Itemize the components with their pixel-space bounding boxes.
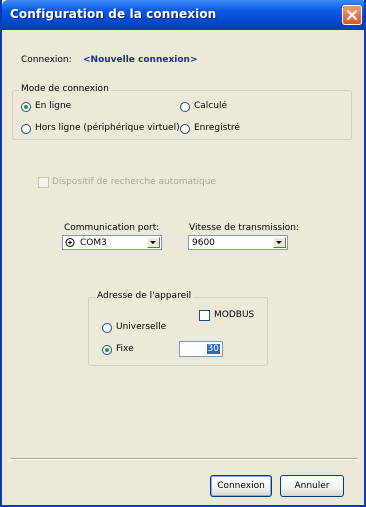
- address-groupbox: Adresse de l'appareil MODBUS Universelle…: [88, 291, 268, 366]
- footer-separator: [10, 458, 358, 460]
- baud-value: 9600: [192, 238, 215, 248]
- close-button[interactable]: [342, 5, 362, 25]
- port-select[interactable]: COM3: [62, 235, 162, 250]
- baud-select[interactable]: 9600: [188, 235, 288, 250]
- modbus-checkbox[interactable]: [199, 310, 210, 321]
- auto-search-checkbox[interactable]: [38, 177, 49, 188]
- cancel-button[interactable]: Annuler: [280, 475, 344, 497]
- baud-label: Vitesse de transmission:: [189, 223, 299, 233]
- connect-button[interactable]: Connexion: [210, 475, 272, 497]
- connection-label: Connexion:: [21, 55, 72, 65]
- dialog-body: Connexion: <Nouvelle connexion> Mode de …: [4, 30, 364, 505]
- title-bar[interactable]: Configuration de la connexion: [2, 0, 364, 30]
- address-value: 30: [206, 344, 220, 354]
- address-group-label: Adresse de l'appareil: [95, 291, 194, 301]
- radio-calculated[interactable]: [180, 102, 190, 112]
- connection-name: <Nouvelle connexion>: [83, 55, 198, 65]
- radio-universal[interactable]: [102, 323, 112, 333]
- mode-group-label: Mode de connexion: [19, 84, 111, 94]
- radio-offline[interactable]: [21, 124, 31, 134]
- radio-fixed[interactable]: [102, 345, 112, 355]
- mode-groupbox: Mode de connexion En ligne Calculé Hors …: [12, 84, 352, 140]
- radio-online[interactable]: [21, 102, 31, 112]
- radio-recorded-label[interactable]: Enregistré: [194, 123, 240, 133]
- com-port-icon: [65, 238, 75, 247]
- radio-fixed-label[interactable]: Fixe: [116, 344, 134, 354]
- baud-dropdown-arrow-icon[interactable]: [273, 237, 286, 248]
- port-dropdown-arrow-icon[interactable]: [147, 237, 160, 248]
- dialog-window: Configuration de la connexion Connexion:…: [0, 0, 366, 507]
- modbus-label[interactable]: MODBUS: [214, 310, 254, 320]
- auto-search-label: Dispositif de recherche automatique: [52, 177, 216, 187]
- window-title: Configuration de la connexion: [10, 7, 217, 21]
- port-value: COM3: [80, 238, 107, 248]
- radio-universal-label[interactable]: Universelle: [116, 322, 166, 332]
- close-icon: [347, 10, 357, 20]
- radio-calculated-label[interactable]: Calculé: [194, 101, 227, 111]
- radio-offline-label[interactable]: Hors ligne (périphérique virtuel): [35, 123, 180, 133]
- port-label: Communication port:: [64, 223, 160, 233]
- address-input[interactable]: 30: [179, 341, 223, 357]
- radio-recorded[interactable]: [180, 124, 190, 134]
- radio-online-label[interactable]: En ligne: [35, 101, 71, 111]
